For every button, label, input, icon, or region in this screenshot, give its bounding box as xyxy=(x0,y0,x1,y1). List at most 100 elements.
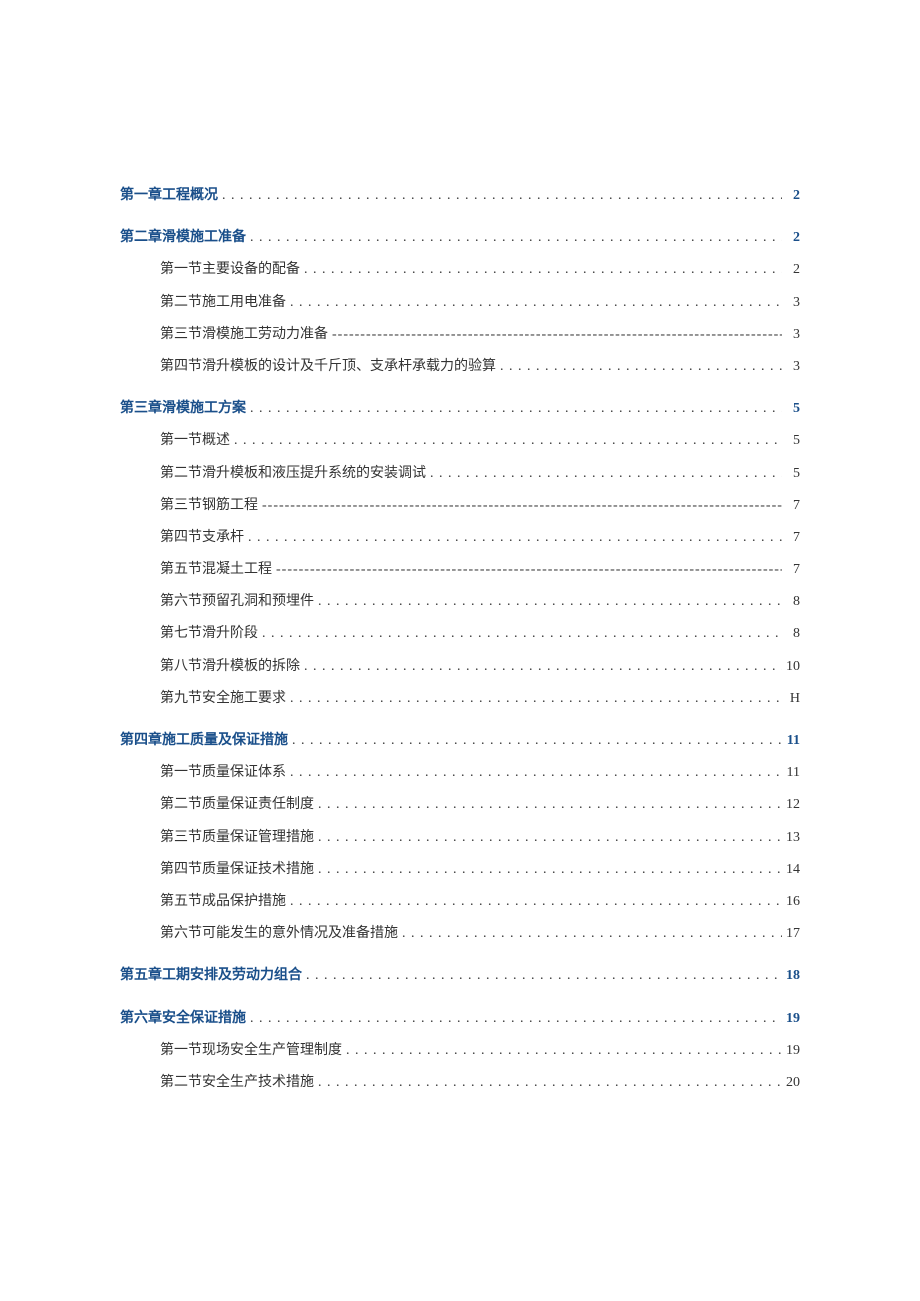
toc-page-number: 16 xyxy=(782,886,800,918)
toc-page: 第一章工程概况. . . . . . . . . . . . . . . . .… xyxy=(0,0,920,1159)
toc-entry: 第一章工程概况. . . . . . . . . . . . . . . . .… xyxy=(120,180,800,212)
toc-page-number: 5 xyxy=(782,425,800,457)
toc-section-link[interactable]: 第二节质量保证责任制度 xyxy=(160,789,314,821)
toc-leader: . . . . . . . . . . . . . . . . . . . . … xyxy=(244,522,782,554)
toc-section-link[interactable]: 第八节滑升模板的拆除 xyxy=(160,651,300,683)
toc-section-link[interactable]: 第四节支承杆 xyxy=(160,522,244,554)
toc-chapter-link[interactable]: 第三章滑模施工方案 xyxy=(120,393,246,425)
toc-section-link[interactable]: 第四节质量保证技术措施 xyxy=(160,854,314,886)
toc-leader: ----------------------------------------… xyxy=(328,319,782,351)
toc-entry: 第四章施工质量及保证措施. . . . . . . . . . . . . . … xyxy=(120,725,800,757)
toc-page-number: 14 xyxy=(782,854,800,886)
toc-leader: . . . . . . . . . . . . . . . . . . . . … xyxy=(314,586,782,618)
toc-page-number: 5 xyxy=(782,393,800,425)
toc-page-number: 2 xyxy=(782,222,800,254)
toc-page-number: 11 xyxy=(782,725,800,757)
toc-page-number: 12 xyxy=(782,789,800,821)
toc-leader: . . . . . . . . . . . . . . . . . . . . … xyxy=(314,822,782,854)
toc-entry: 第三章滑模施工方案. . . . . . . . . . . . . . . .… xyxy=(120,393,800,425)
toc-section-link[interactable]: 第七节滑升阶段 xyxy=(160,618,258,650)
toc-section-link[interactable]: 第五节成品保护措施 xyxy=(160,886,286,918)
toc-page-number: 19 xyxy=(782,1003,800,1035)
toc-leader: . . . . . . . . . . . . . . . . . . . . … xyxy=(288,725,782,757)
toc-entry: 第二章滑模施工准备. . . . . . . . . . . . . . . .… xyxy=(120,222,800,254)
toc-entry: 第六章安全保证措施. . . . . . . . . . . . . . . .… xyxy=(120,1003,800,1035)
toc-entry: 第三节质量保证管理措施. . . . . . . . . . . . . . .… xyxy=(120,822,800,854)
toc-section-link[interactable]: 第一节概述 xyxy=(160,425,230,457)
toc-entry: 第一节主要设备的配备. . . . . . . . . . . . . . . … xyxy=(120,254,800,286)
toc-page-number: 3 xyxy=(782,287,800,319)
toc-entry: 第一节质量保证体系. . . . . . . . . . . . . . . .… xyxy=(120,757,800,789)
toc-entry: 第四节滑升模板的设计及千斤顶、支承杆承载力的验算. . . . . . . . … xyxy=(120,351,800,383)
toc-entry: 第二节滑升模板和液压提升系统的安装调试. . . . . . . . . . .… xyxy=(120,458,800,490)
toc-leader: ----------------------------------------… xyxy=(258,490,782,522)
toc-section-link[interactable]: 第二节施工用电准备 xyxy=(160,287,286,319)
toc-page-number: 7 xyxy=(782,522,800,554)
toc-page-number: 2 xyxy=(782,254,800,286)
toc-entry: 第六节可能发生的意外情况及准备措施. . . . . . . . . . . .… xyxy=(120,918,800,950)
toc-section-link[interactable]: 第四节滑升模板的设计及千斤顶、支承杆承载力的验算 xyxy=(160,351,496,383)
toc-page-number: 18 xyxy=(782,960,800,992)
toc-page-number: 10 xyxy=(782,651,800,683)
toc-leader: . . . . . . . . . . . . . . . . . . . . … xyxy=(218,180,782,212)
toc-entry: 第二节安全生产技术措施. . . . . . . . . . . . . . .… xyxy=(120,1067,800,1099)
toc-section-link[interactable]: 第一节主要设备的配备 xyxy=(160,254,300,286)
toc-page-number: 3 xyxy=(782,319,800,351)
toc-leader: . . . . . . . . . . . . . . . . . . . . … xyxy=(302,960,782,992)
toc-entry: 第一节现场安全生产管理制度. . . . . . . . . . . . . .… xyxy=(120,1035,800,1067)
toc-page-number: 13 xyxy=(782,822,800,854)
toc-leader: . . . . . . . . . . . . . . . . . . . . … xyxy=(314,1067,782,1099)
toc-leader: . . . . . . . . . . . . . . . . . . . . … xyxy=(246,222,782,254)
toc-leader: . . . . . . . . . . . . . . . . . . . . … xyxy=(246,1003,782,1035)
toc-entry: 第七节滑升阶段. . . . . . . . . . . . . . . . .… xyxy=(120,618,800,650)
toc-section-link[interactable]: 第五节混凝土工程 xyxy=(160,554,272,586)
toc-leader: . . . . . . . . . . . . . . . . . . . . … xyxy=(230,425,782,457)
toc-entry: 第五节成品保护措施. . . . . . . . . . . . . . . .… xyxy=(120,886,800,918)
toc-section-link[interactable]: 第二节安全生产技术措施 xyxy=(160,1067,314,1099)
toc-leader: . . . . . . . . . . . . . . . . . . . . … xyxy=(300,651,782,683)
toc-entry: 第二节质量保证责任制度. . . . . . . . . . . . . . .… xyxy=(120,789,800,821)
toc-entry: 第一节概述. . . . . . . . . . . . . . . . . .… xyxy=(120,425,800,457)
toc-chapter-link[interactable]: 第五章工期安排及劳动力组合 xyxy=(120,960,302,992)
toc-section-link[interactable]: 第六节可能发生的意外情况及准备措施 xyxy=(160,918,398,950)
toc-section-link[interactable]: 第九节安全施工要求 xyxy=(160,683,286,715)
toc-entry: 第三节钢筋工程---------------------------------… xyxy=(120,490,800,522)
toc-section-link[interactable]: 第三节质量保证管理措施 xyxy=(160,822,314,854)
toc-entry: 第八节滑升模板的拆除. . . . . . . . . . . . . . . … xyxy=(120,651,800,683)
toc-entry: 第二节施工用电准备. . . . . . . . . . . . . . . .… xyxy=(120,287,800,319)
toc-chapter-link[interactable]: 第一章工程概况 xyxy=(120,180,218,212)
toc-entry: 第九节安全施工要求. . . . . . . . . . . . . . . .… xyxy=(120,683,800,715)
toc-leader: . . . . . . . . . . . . . . . . . . . . … xyxy=(314,854,782,886)
toc-chapter-link[interactable]: 第四章施工质量及保证措施 xyxy=(120,725,288,757)
toc-page-number: 7 xyxy=(782,490,800,522)
toc-page-number: H xyxy=(782,683,800,715)
toc-entry: 第五章工期安排及劳动力组合. . . . . . . . . . . . . .… xyxy=(120,960,800,992)
toc-section-link[interactable]: 第二节滑升模板和液压提升系统的安装调试 xyxy=(160,458,426,490)
toc-leader: . . . . . . . . . . . . . . . . . . . . … xyxy=(398,918,782,950)
toc-leader: ----------------------------------------… xyxy=(272,554,782,586)
toc-page-number: 5 xyxy=(782,458,800,490)
toc-chapter-link[interactable]: 第六章安全保证措施 xyxy=(120,1003,246,1035)
toc-leader: . . . . . . . . . . . . . . . . . . . . … xyxy=(246,393,782,425)
toc-leader: . . . . . . . . . . . . . . . . . . . . … xyxy=(496,351,782,383)
toc-section-link[interactable]: 第六节预留孔洞和预埋件 xyxy=(160,586,314,618)
toc-leader: . . . . . . . . . . . . . . . . . . . . … xyxy=(314,789,782,821)
toc-entry: 第四节支承杆. . . . . . . . . . . . . . . . . … xyxy=(120,522,800,554)
toc-page-number: 2 xyxy=(782,180,800,212)
toc-leader: . . . . . . . . . . . . . . . . . . . . … xyxy=(258,618,782,650)
toc-leader: . . . . . . . . . . . . . . . . . . . . … xyxy=(286,886,782,918)
toc-page-number: 19 xyxy=(782,1035,800,1067)
toc-chapter-link[interactable]: 第二章滑模施工准备 xyxy=(120,222,246,254)
toc-entry: 第六节预留孔洞和预埋件. . . . . . . . . . . . . . .… xyxy=(120,586,800,618)
toc-section-link[interactable]: 第一节现场安全生产管理制度 xyxy=(160,1035,342,1067)
toc-entry: 第五节混凝土工程--------------------------------… xyxy=(120,554,800,586)
toc-page-number: 7 xyxy=(782,554,800,586)
toc-section-link[interactable]: 第三节钢筋工程 xyxy=(160,490,258,522)
toc-leader: . . . . . . . . . . . . . . . . . . . . … xyxy=(342,1035,782,1067)
toc-section-link[interactable]: 第一节质量保证体系 xyxy=(160,757,286,789)
toc-section-link[interactable]: 第三节滑模施工劳动力准备 xyxy=(160,319,328,351)
toc-page-number: 17 xyxy=(782,918,800,950)
toc-page-number: 8 xyxy=(782,618,800,650)
toc-page-number: 8 xyxy=(782,586,800,618)
toc-leader: . . . . . . . . . . . . . . . . . . . . … xyxy=(426,458,782,490)
